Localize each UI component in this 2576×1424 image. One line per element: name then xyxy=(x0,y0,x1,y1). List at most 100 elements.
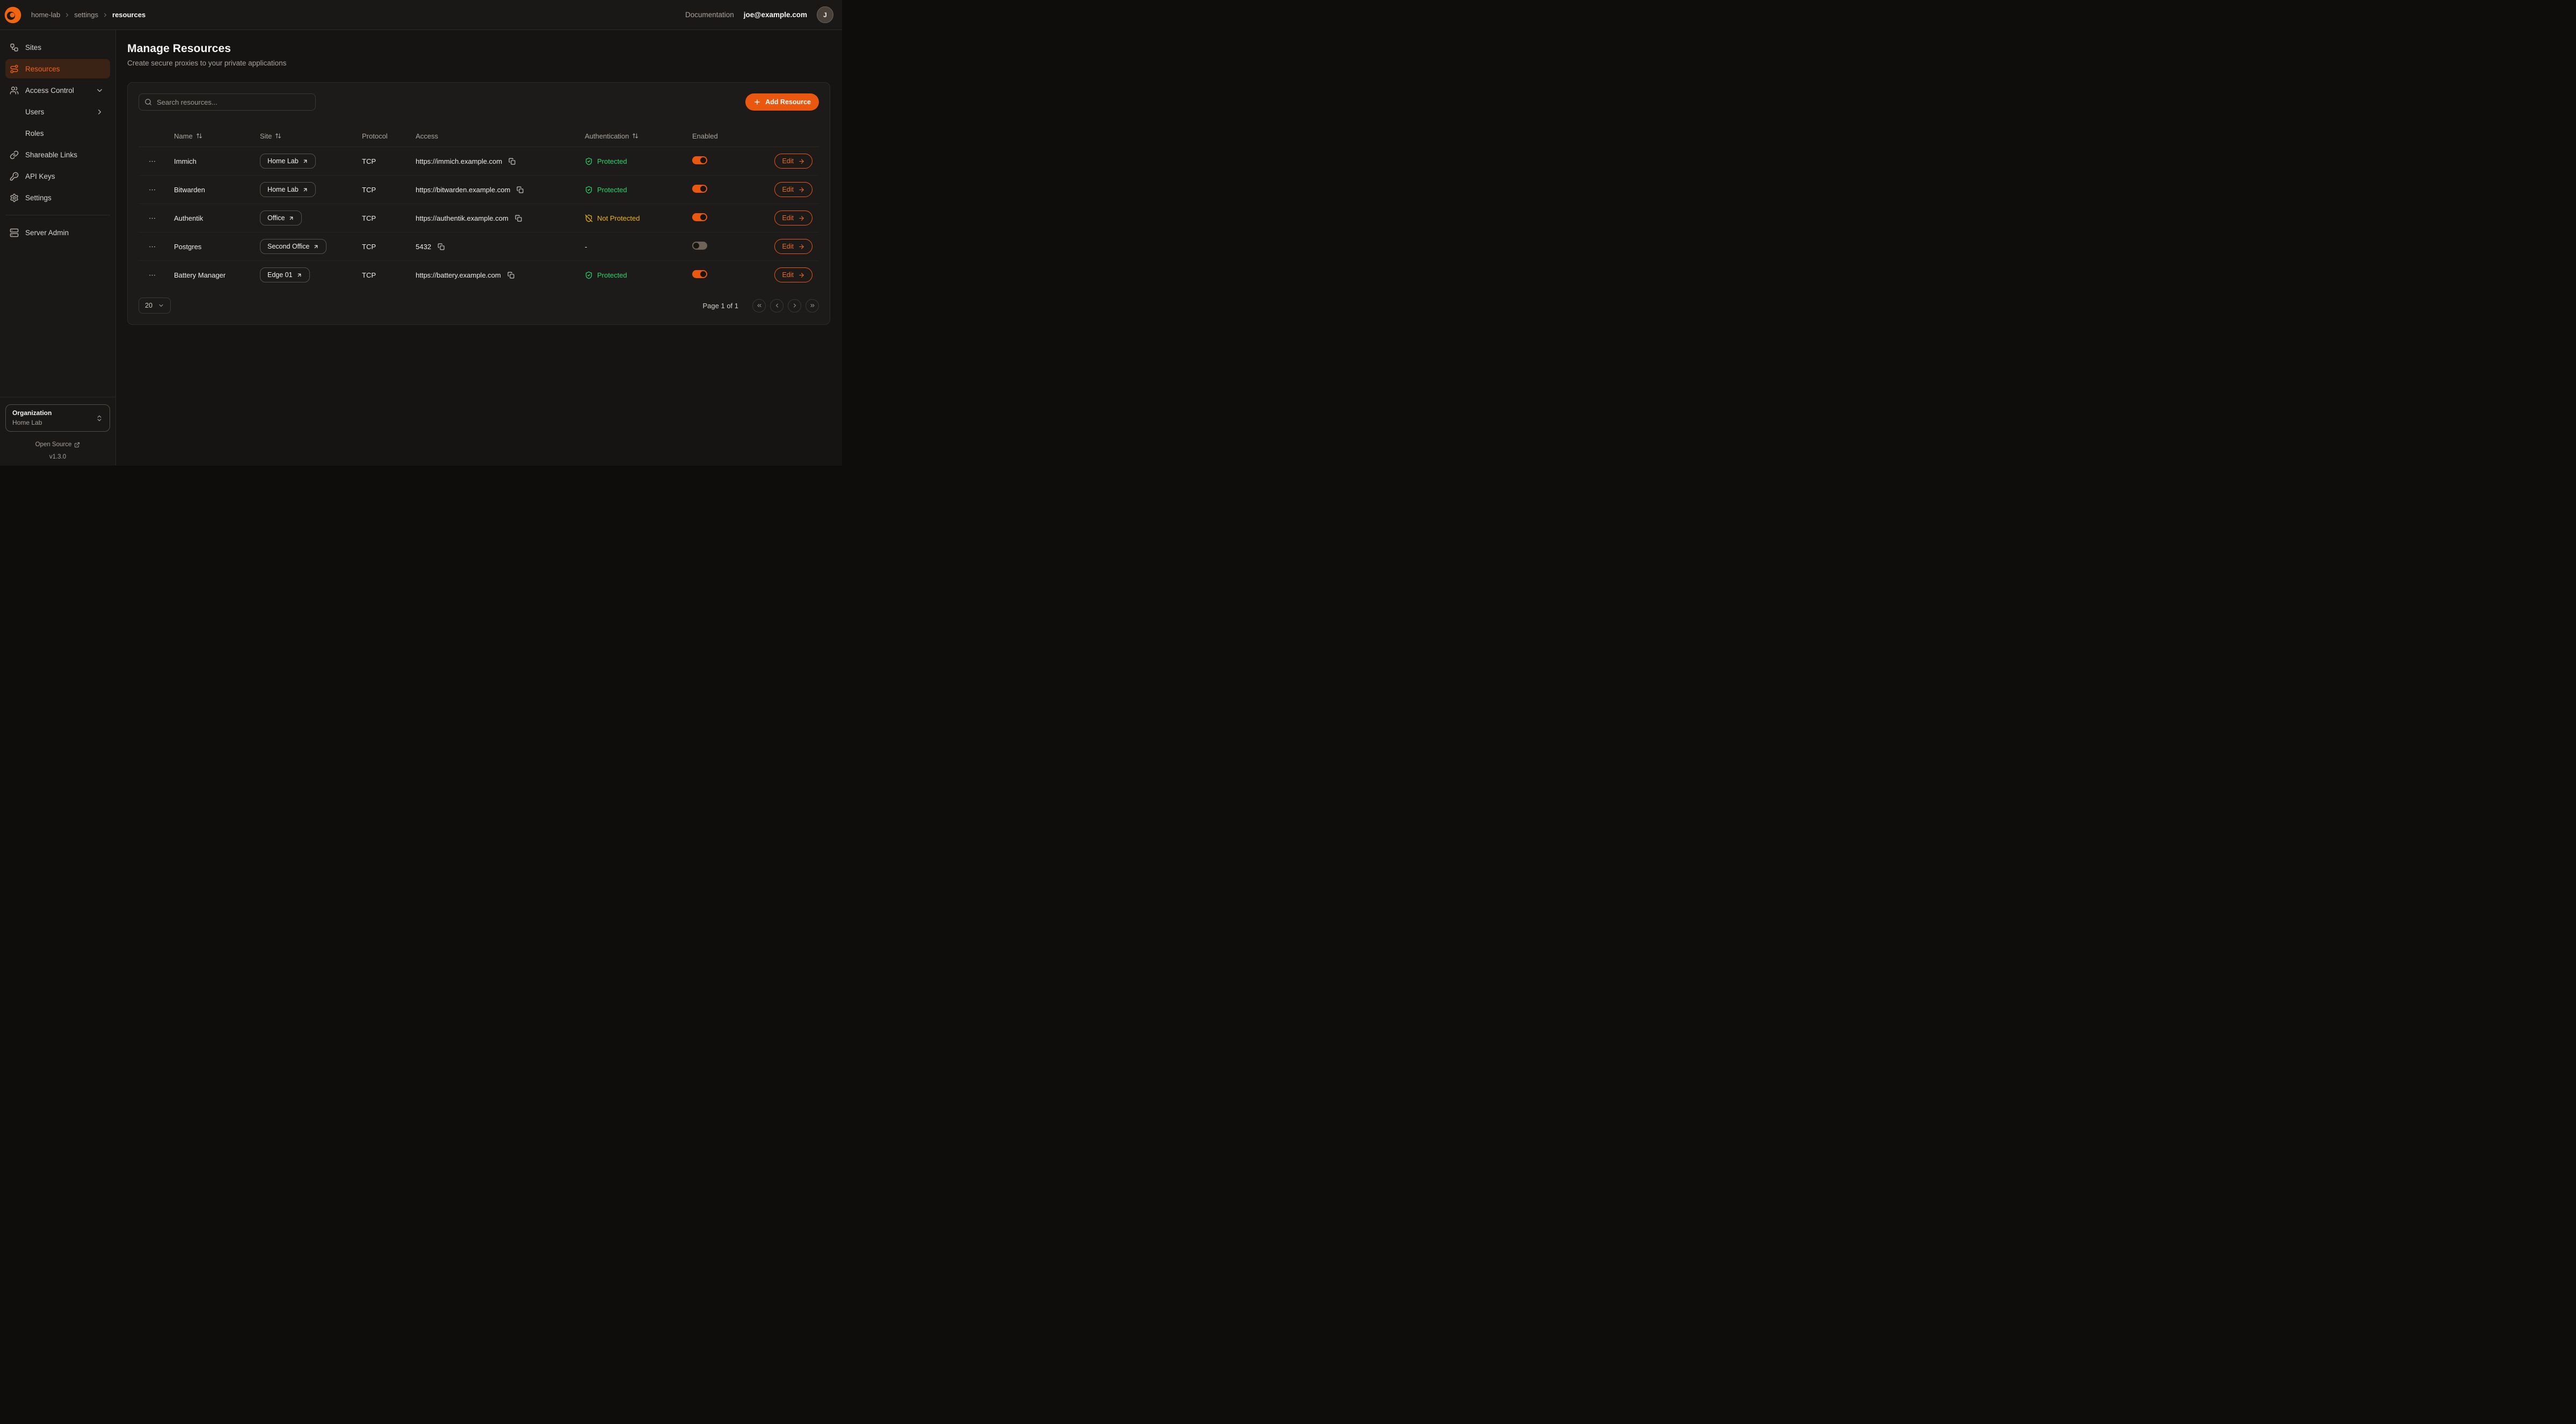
breadcrumb-settings[interactable]: settings xyxy=(74,11,98,19)
search-box xyxy=(139,93,316,111)
arrow-up-right-icon xyxy=(302,158,308,164)
edit-button[interactable]: Edit xyxy=(774,267,812,282)
enabled-toggle[interactable] xyxy=(692,213,707,221)
sidebar-item-shareable-links[interactable]: Shareable Links xyxy=(5,145,110,164)
user-email[interactable]: joe@example.com xyxy=(744,11,807,19)
sidebar-item-sites[interactable]: Sites xyxy=(5,38,110,57)
open-source-link[interactable]: Open Source xyxy=(35,441,81,448)
sidebar-item-settings[interactable]: Settings xyxy=(5,188,110,207)
link-icon xyxy=(10,150,19,159)
row-menu-button[interactable] xyxy=(146,269,158,281)
protocol: TCP xyxy=(353,271,407,279)
avatar[interactable]: J xyxy=(817,6,833,23)
route-icon xyxy=(10,64,19,74)
enabled-toggle[interactable] xyxy=(692,242,707,250)
access-url: https://bitwarden.example.com xyxy=(416,186,510,194)
main-content: Manage Resources Create secure proxies t… xyxy=(116,30,842,466)
chevrons-right-icon xyxy=(809,302,816,309)
enabled-toggle[interactable] xyxy=(692,185,707,193)
arrow-right-icon xyxy=(798,158,805,165)
arrow-right-icon xyxy=(798,215,805,222)
add-resource-button[interactable]: Add Resource xyxy=(745,93,819,111)
sidebar-item-roles[interactable]: Roles xyxy=(5,123,110,143)
arrow-right-icon xyxy=(798,243,805,250)
sidebar-item-label: Users xyxy=(25,108,44,116)
page-size-select[interactable]: 20 xyxy=(139,297,171,314)
edit-button[interactable]: Edit xyxy=(774,239,812,254)
breadcrumb-separator-icon xyxy=(64,12,70,18)
table-row: Battery Manager Edge 01 TCP https://batt… xyxy=(139,261,819,289)
resources-card: Add Resource Name Site xyxy=(127,82,830,325)
column-header-site[interactable]: Site xyxy=(251,132,353,140)
pagination: 20 Page 1 of 1 xyxy=(139,297,819,314)
ellipsis-icon xyxy=(148,243,156,251)
first-page-button[interactable] xyxy=(752,299,766,313)
last-page-button[interactable] xyxy=(806,299,819,313)
sidebar-item-server-admin[interactable]: Server Admin xyxy=(5,223,110,242)
copy-icon xyxy=(507,272,514,279)
sidebar-item-label: Roles xyxy=(25,129,44,137)
previous-page-button[interactable] xyxy=(770,299,783,313)
sidebar-item-api-keys[interactable]: API Keys xyxy=(5,166,110,186)
chevron-right-icon xyxy=(96,108,104,116)
sidebar-item-resources[interactable]: Resources xyxy=(5,59,110,78)
chevrons-up-down-icon xyxy=(96,415,103,422)
row-menu-button[interactable] xyxy=(146,155,158,168)
access-url: https://battery.example.com xyxy=(416,271,501,279)
protocol: TCP xyxy=(353,157,407,165)
chevron-right-icon xyxy=(792,302,798,309)
site-link[interactable]: Office xyxy=(260,210,302,226)
site-link[interactable]: Home Lab xyxy=(260,154,316,169)
sidebar-item-access-control[interactable]: Access Control xyxy=(5,81,110,100)
copy-button[interactable] xyxy=(516,185,525,194)
documentation-link[interactable]: Documentation xyxy=(685,11,734,19)
table-row: Postgres Second Office TCP 5432 - Edit xyxy=(139,233,819,261)
ellipsis-icon xyxy=(148,271,156,279)
copy-button[interactable] xyxy=(506,271,516,280)
edit-button[interactable]: Edit xyxy=(774,210,812,226)
copy-button[interactable] xyxy=(437,242,446,251)
site-link[interactable]: Edge 01 xyxy=(260,267,310,282)
column-header-protocol: Protocol xyxy=(353,132,407,140)
breadcrumb-org[interactable]: home-lab xyxy=(31,11,60,19)
site-link[interactable]: Home Lab xyxy=(260,182,316,197)
arrow-right-icon xyxy=(798,272,805,279)
breadcrumb-current: resources xyxy=(112,11,146,19)
enabled-toggle[interactable] xyxy=(692,270,707,278)
column-header-authentication[interactable]: Authentication xyxy=(576,132,684,140)
table-row: Bitwarden Home Lab TCP https://bitwarden… xyxy=(139,176,819,204)
row-menu-button[interactable] xyxy=(146,212,158,224)
breadcrumb-separator-icon xyxy=(102,12,108,18)
column-header-name[interactable]: Name xyxy=(165,132,251,140)
edit-button[interactable]: Edit xyxy=(774,182,812,197)
users-icon xyxy=(10,86,19,95)
organization-selector[interactable]: Organization Home Lab xyxy=(5,404,110,432)
auth-status: Protected xyxy=(597,271,627,279)
sidebar-item-label: Access Control xyxy=(25,86,74,95)
resource-name: Battery Manager xyxy=(165,271,251,279)
sidebar-item-users[interactable]: Users xyxy=(5,102,110,121)
next-page-button[interactable] xyxy=(788,299,801,313)
sort-icon xyxy=(632,133,638,139)
server-icon xyxy=(10,228,19,237)
organization-value: Home Lab xyxy=(12,418,96,427)
arrow-up-right-icon xyxy=(296,272,302,278)
copy-button[interactable] xyxy=(507,157,517,166)
row-menu-button[interactable] xyxy=(146,184,158,196)
column-header-access: Access xyxy=(407,132,576,140)
table-header: Name Site Protocol Access xyxy=(139,125,819,147)
enabled-toggle[interactable] xyxy=(692,156,707,164)
row-menu-button[interactable] xyxy=(146,241,158,253)
site-name: Home Lab xyxy=(267,186,299,193)
copy-button[interactable] xyxy=(514,214,523,223)
site-link[interactable]: Second Office xyxy=(260,239,326,254)
table-row: Immich Home Lab TCP https://immich.examp… xyxy=(139,147,819,176)
auth-status: Not Protected xyxy=(597,214,640,222)
search-input[interactable] xyxy=(139,93,316,111)
pangolin-logo-icon[interactable] xyxy=(3,5,23,25)
search-icon xyxy=(144,98,152,106)
sidebar-item-label: Sites xyxy=(25,43,41,52)
edit-button[interactable]: Edit xyxy=(774,154,812,169)
plus-icon xyxy=(753,98,761,106)
arrow-up-right-icon xyxy=(288,215,294,221)
